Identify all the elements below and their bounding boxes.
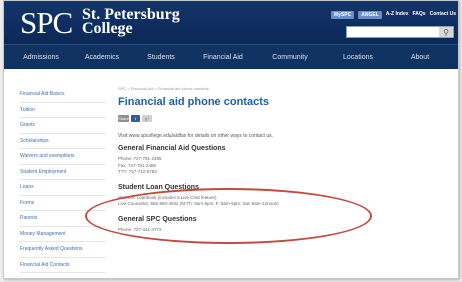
search-icon[interactable]: ⚲ — [439, 27, 453, 37]
share-button[interactable]: Share — [118, 114, 129, 122]
sidebar-item-financial-aid-contacts[interactable]: Financial Aid Contacts — [20, 258, 106, 273]
main-content: SPC > Financial Aid > Financial aid phon… — [118, 86, 448, 233]
sidebar-item-grants[interactable]: Grants — [20, 118, 106, 134]
logo-text[interactable]: St. Petersburg College — [82, 7, 180, 37]
sidebar-item-tuition[interactable]: Tuition — [20, 103, 106, 118]
sidebar-item-parents[interactable]: Parents — [20, 211, 106, 227]
sidebar-item-waivers[interactable]: Waivers and exemptions — [20, 149, 106, 165]
nav-item-locations[interactable]: Locations — [324, 54, 392, 61]
section-heading-general-aid: General Financial Aid Questions — [118, 145, 226, 152]
breadcrumb[interactable]: SPC > Financial Aid > Financial aid phon… — [118, 86, 448, 94]
logo-line-2: College — [82, 20, 133, 37]
google-plus-icon[interactable]: g+ — [142, 114, 152, 122]
section-heading-general-spc: General SPC Questions — [118, 215, 197, 223]
general-aid-tty: TTY: 727-712-5783 — [118, 169, 157, 174]
sidebar-item-faq[interactable]: Frequently Asked Questions — [20, 242, 106, 258]
utility-link-faqs[interactable]: FAQs — [413, 11, 426, 19]
sidebar-item-scholarships[interactable]: Scholarships — [20, 134, 106, 149]
search-input[interactable]: ⚲ — [346, 26, 454, 38]
share-buttons: Share f g+ — [118, 112, 448, 124]
browser-page: SPC St. Petersburg College MySPC ANGEL A… — [3, 0, 459, 279]
sidebar-item-financial-aid-basics[interactable]: Financial Aid Basics — [20, 87, 106, 103]
nav-item-students[interactable]: Students — [132, 54, 190, 61]
nav-item-admissions[interactable]: Admissions — [10, 54, 72, 61]
visit-text: Visit www.spcollege.edu/aidfax for detai… — [118, 133, 273, 139]
utility-links: MySPC ANGEL A-Z Index FAQs Contact Us — [331, 11, 456, 19]
logo-mark[interactable]: SPC — [20, 7, 73, 39]
nav-item-about[interactable]: About — [392, 54, 448, 61]
nav-item-academics[interactable]: Academics — [72, 54, 132, 61]
facebook-icon[interactable]: f — [131, 114, 140, 122]
sidebar-item-money-management[interactable]: Money Management — [20, 227, 106, 242]
utility-link-myspc[interactable]: MySPC — [331, 11, 355, 19]
section-heading-student-loan: Student Loan Questions — [118, 183, 199, 191]
sidebar: Financial Aid Basics Tuition Grants Scho… — [20, 87, 106, 273]
sidebar-item-student-employment[interactable]: Student Employment — [20, 165, 106, 180]
utility-link-az-index[interactable]: A-Z Index — [386, 11, 409, 19]
page-title: Financial aid phone contacts — [118, 96, 269, 108]
sidebar-item-forms[interactable]: Forms — [20, 196, 106, 211]
utility-link-angel[interactable]: ANGEL — [358, 11, 382, 19]
nav-item-community[interactable]: Community — [256, 54, 324, 61]
nav-item-financial-aid[interactable]: Financial Aid — [190, 54, 256, 61]
main-nav: Admissions Academics Students Financial … — [4, 44, 458, 69]
general-spc-phone: Phone: 727-341-4772 — [118, 226, 162, 232]
site-header: SPC St. Petersburg College MySPC ANGEL A… — [4, 1, 458, 44]
utility-link-contact-us[interactable]: Contact Us — [430, 11, 456, 19]
sidebar-item-loans[interactable]: Loans — [20, 180, 106, 196]
student-loan-counselor: Live Counselor: 555-893-4932 (M-Th: 8am-… — [118, 201, 279, 206]
